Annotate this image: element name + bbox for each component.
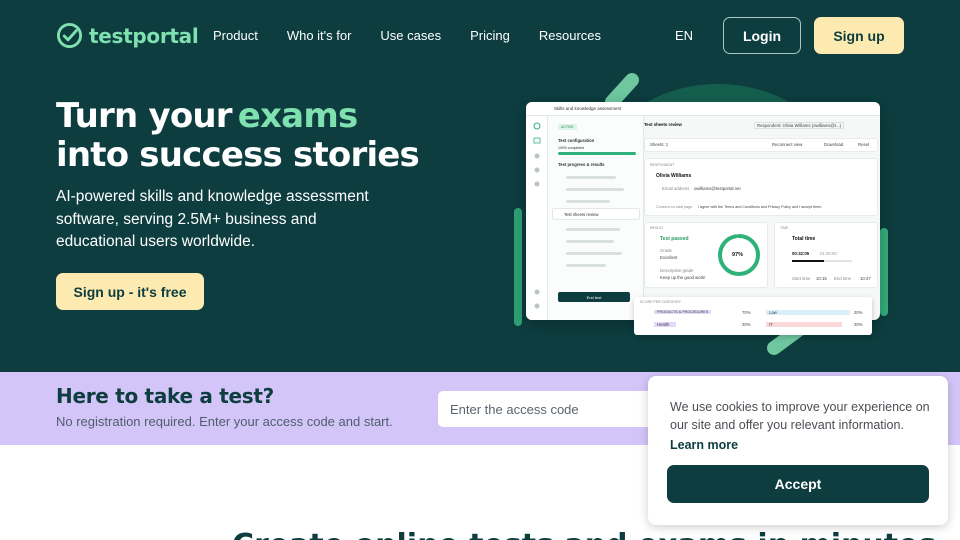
headline-line2: into success stories xyxy=(56,135,420,175)
access-code-input[interactable] xyxy=(438,391,668,427)
section-heading: Create online tests and exams in minutes xyxy=(232,528,936,540)
cookie-banner: We use cookies to improve your experienc… xyxy=(648,376,948,525)
mockup-end-test-button: End test xyxy=(558,292,630,302)
login-button[interactable]: Login xyxy=(723,17,801,54)
top-nav: testportal Product Who it's for Use case… xyxy=(0,0,960,72)
mockup-panel: ACTIVE Test configuration 100% completed… xyxy=(548,116,644,320)
nav-links: Product Who it's for Use cases Pricing R… xyxy=(213,28,630,43)
nav-link-product[interactable]: Product xyxy=(213,28,258,43)
mockup-badge: ACTIVE xyxy=(558,124,577,130)
cookie-learn-more-link[interactable]: Learn more xyxy=(670,438,738,452)
logo[interactable]: testportal xyxy=(56,22,199,49)
headline-part1: Turn your xyxy=(56,96,233,136)
mockup-result: Test passed xyxy=(660,236,689,242)
nav-link-use-cases[interactable]: Use cases xyxy=(380,28,441,43)
logo-check-icon xyxy=(56,22,83,49)
hero-signup-button[interactable]: Sign up - it's free xyxy=(56,273,204,310)
language-selector[interactable]: EN xyxy=(675,28,693,43)
mockup-main: Test sheets review Respondent: Olivia Wi… xyxy=(644,116,880,320)
nav-link-resources[interactable]: Resources xyxy=(539,28,601,43)
mockup-window: Skills and knowledge assessment ACTIVE T… xyxy=(526,102,880,320)
mockup-sidebar xyxy=(526,116,548,320)
nav-link-pricing[interactable]: Pricing xyxy=(470,28,510,43)
nav-link-who-its-for[interactable]: Who it's for xyxy=(287,28,352,43)
mockup-score-percent: 97% xyxy=(732,252,744,258)
product-screenshot: Skills and knowledge assessment ACTIVE T… xyxy=(512,72,892,362)
signup-button[interactable]: Sign up xyxy=(814,17,904,54)
cookie-text: We use cookies to improve your experienc… xyxy=(670,400,930,432)
logo-text: testportal xyxy=(89,23,199,48)
take-test-title: Here to take a test? xyxy=(56,384,274,408)
mockup-category-card: SCORE PER CATEGORY PRODUCTS & PROCEDURES… xyxy=(634,297,872,335)
hero-headline: Turn your exams into success stories xyxy=(56,96,420,175)
headline-accent: exams xyxy=(237,96,358,136)
mockup-respondent-name: Olivia Williams xyxy=(656,173,692,179)
hero-section: testportal Product Who it's for Use case… xyxy=(0,0,960,372)
take-test-subtitle: No registration required. Enter your acc… xyxy=(56,414,393,429)
hero-subtext: AI-powered skills and knowledge assessme… xyxy=(56,188,369,250)
cookie-accept-button[interactable]: Accept xyxy=(667,465,929,503)
mockup-sidebar-icons xyxy=(533,122,541,309)
mockup-title: Skills and knowledge assessment xyxy=(554,106,622,111)
